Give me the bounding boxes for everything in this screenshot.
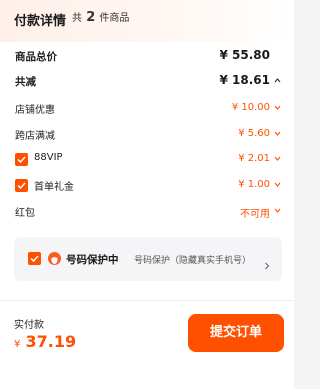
chevron-down-icon[interactable] (274, 155, 281, 162)
vip88-row[interactable]: 88VIP ¥ 2.01 (0, 149, 294, 169)
first-order-gift-checkbox[interactable] (15, 179, 28, 192)
discount-total-value: ¥ 18.61 (219, 73, 270, 87)
pay-currency: ¥ (14, 339, 21, 350)
cross-store-discount-row[interactable]: 跨店满减 ¥ 5.60 (0, 124, 294, 144)
goods-total-label: 商品总价 (15, 51, 57, 63)
discount-total-label: 共减 (15, 76, 36, 88)
number-protection-title: 号码保护中 (66, 254, 119, 266)
cross-store-discount-value: ¥ 5.60 (238, 128, 270, 139)
number-protection-description: 号码保护（隐藏真实手机号） (134, 256, 252, 266)
item-count-number: 2 (86, 10, 96, 25)
shield-icon (48, 252, 61, 265)
cross-store-discount-label: 跨店满减 (15, 131, 55, 142)
item-count-prefix: 共 (72, 13, 82, 24)
vip88-label: 88VIP (34, 152, 63, 163)
chevron-down-icon[interactable] (274, 181, 281, 188)
page-title: 付款详情 (14, 14, 67, 29)
chevron-down-icon[interactable] (274, 207, 281, 214)
chevron-right-icon[interactable] (264, 255, 270, 274)
shop-discount-value: ¥ 10.00 (231, 102, 270, 113)
red-packet-row[interactable]: 红包 不可用 (0, 201, 294, 221)
chevron-down-icon[interactable] (274, 130, 281, 137)
pay-amount: ¥ 37.19 (14, 332, 76, 351)
pay-amount-label: 实付款 (14, 320, 44, 331)
payment-details-panel: 付款详情 共 2 件商品 商品总价 ¥ 55.80 共减 ¥ 18.61 店铺优… (0, 0, 294, 389)
red-packet-label: 红包 (15, 208, 35, 219)
submit-order-button[interactable]: 提交订单 (188, 314, 284, 352)
item-count-suffix: 件商品 (99, 13, 130, 24)
footer-divider (0, 300, 294, 301)
shop-discount-row[interactable]: 店铺优惠 ¥ 10.00 (0, 98, 294, 118)
red-packet-value: 不可用 (240, 209, 270, 220)
first-order-gift-row[interactable]: 首单礼金 ¥ 1.00 (0, 175, 294, 195)
vip88-value: ¥ 2.01 (238, 153, 270, 164)
pay-amount-value: 37.19 (25, 332, 77, 351)
chevron-down-icon[interactable] (274, 104, 281, 111)
discount-total-row[interactable]: 共减 ¥ 18.61 (0, 71, 294, 91)
chevron-up-icon[interactable] (274, 77, 281, 84)
goods-total-row: 商品总价 ¥ 55.80 (0, 46, 294, 66)
goods-total-value: ¥ 55.80 (219, 48, 270, 62)
vip88-checkbox[interactable] (15, 153, 28, 166)
number-protection-checkbox[interactable] (28, 252, 41, 265)
first-order-gift-value: ¥ 1.00 (238, 179, 270, 190)
shop-discount-label: 店铺优惠 (15, 105, 55, 116)
number-protection-card[interactable]: 号码保护中 号码保护（隐藏真实手机号） (14, 237, 282, 281)
item-count: 共 2 件商品 (72, 10, 129, 27)
first-order-gift-label: 首单礼金 (34, 182, 74, 193)
